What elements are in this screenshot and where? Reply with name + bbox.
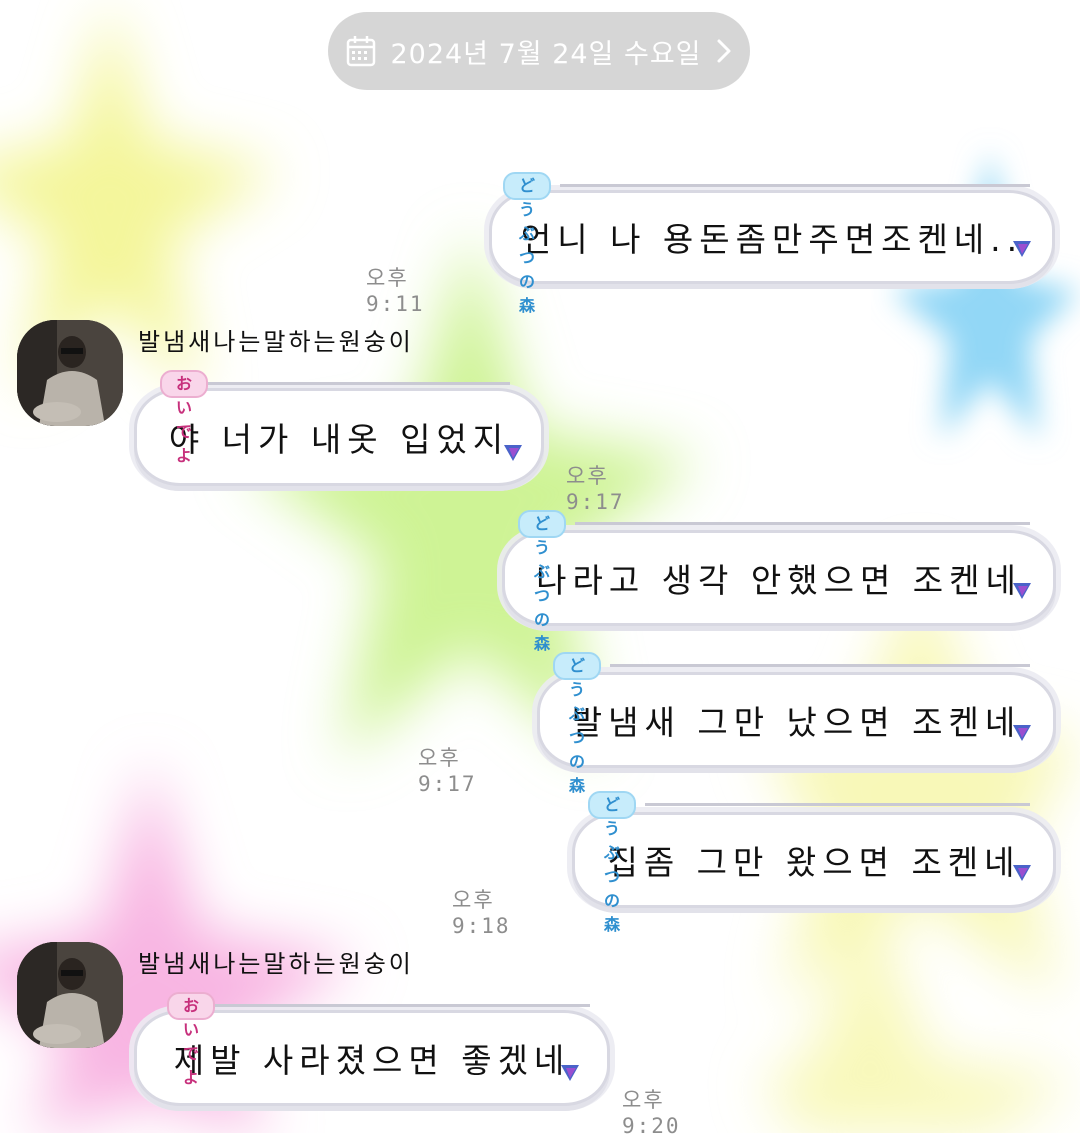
avatar-image [17,320,123,426]
avatar-image [17,942,123,1048]
triangle-down-icon [1013,583,1031,599]
triangle-down-icon [1013,241,1031,257]
tag-line [180,382,510,385]
message-time: 오후 9:20 [622,1088,681,1138]
sender-name: 발냄새나는말하는원숭이 [138,328,414,356]
tag-line [645,803,1030,806]
message-text: 집좀 그만 왔으면 조켄네 [607,843,1021,882]
triangle-down-icon [1013,865,1031,881]
chevron-right-icon [717,39,731,63]
message-bubble[interactable]: 제발 사라졌으면 좋겠네 [134,1010,610,1106]
message-text: 야 너가 내옷 입었지 [168,420,510,459]
message-time: 오후 9:17 [566,464,625,514]
message-bubble[interactable]: 나라고 생각 안했으면 조켄네 [502,530,1056,626]
message-text: 언니 나 용돈좀만주면조켄네.. [520,220,1024,259]
triangle-down-icon [504,445,522,461]
message-text: 발냄새 그만 났으면 조켄네 [571,703,1022,742]
message-bubble[interactable]: 집좀 그만 왔으면 조켄네 [572,812,1056,908]
game-tag: おいでよ [160,370,209,465]
avatar[interactable] [17,942,123,1048]
message-bubble[interactable]: 발냄새 그만 났으면 조켄네 [537,672,1056,768]
date-header[interactable]: 2024년 7월 24일 수요일 [328,12,750,90]
message-bubble[interactable]: 언니 나 용돈좀만주면조켄네.. [489,190,1055,284]
avatar[interactable] [17,320,123,426]
tag-line [190,1004,590,1007]
message-text: 나라고 생각 안했으면 조켄네 [536,561,1022,600]
message-bubble[interactable]: 야 너가 내옷 입었지 [134,388,544,486]
yellow-star-shape-2 [760,560,1080,1000]
sender-name: 발냄새나는말하는원숭이 [138,950,414,978]
game-tag: どうぶつの森 [553,652,602,795]
message-time: 오후 9:11 [366,266,425,316]
date-label: 2024년 7월 24일 수요일 [390,38,702,70]
calendar-icon [347,36,376,67]
game-tag: どうぶつの森 [503,172,552,315]
message-text: 제발 사라졌으면 좋겠네 [173,1041,571,1080]
message-time: 오후 9:17 [418,746,477,796]
game-tag: どうぶつの森 [518,510,567,653]
game-tag: おいでよ [167,992,216,1087]
tag-line [575,522,1030,525]
tag-line [610,664,1030,667]
tag-line [560,184,1030,187]
triangle-down-icon [1013,725,1031,741]
message-time: 오후 9:18 [452,888,511,938]
triangle-down-icon [561,1065,579,1081]
game-tag: どうぶつの森 [588,791,637,934]
